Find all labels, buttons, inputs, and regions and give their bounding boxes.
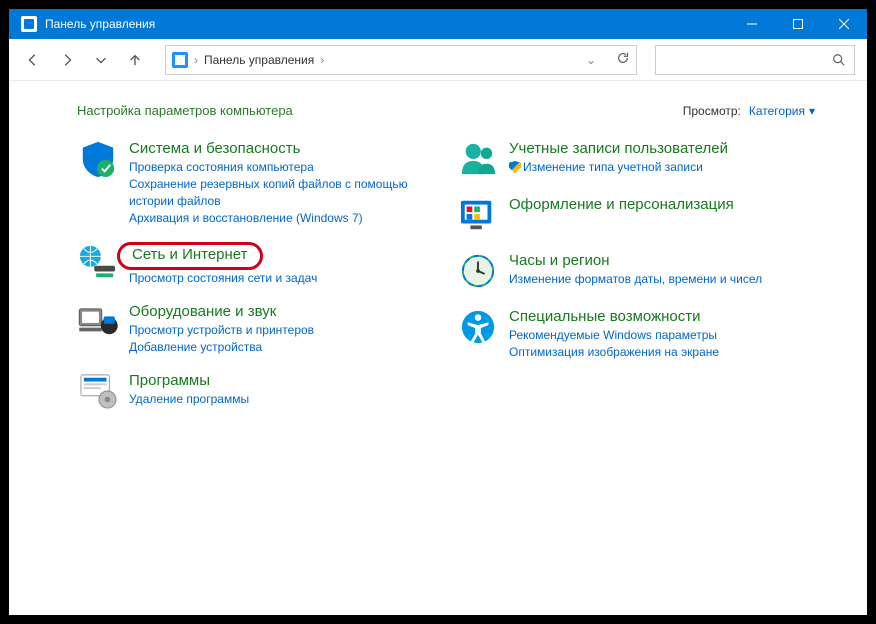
category-access: Специальные возможности Рекомендуемые Wi… [457, 306, 837, 361]
sub-change-account-type[interactable]: Изменение типа учетной записи [509, 159, 728, 176]
page-heading: Настройка параметров компьютера [77, 103, 293, 118]
category-programs-title[interactable]: Программы [129, 371, 210, 391]
category-network-title[interactable]: Сеть и Интернет [132, 245, 248, 265]
accessibility-icon [457, 306, 499, 348]
category-access-title[interactable]: Специальные возможности [509, 307, 701, 327]
category-network: Сеть и Интернет Просмотр состояния сети … [77, 241, 457, 287]
category-accounts: Учетные записи пользователей Изменение т… [457, 138, 837, 180]
uac-shield-icon [509, 161, 521, 173]
sub-recommended-settings[interactable]: Рекомендуемые Windows параметры [509, 327, 719, 344]
category-appearance: Оформление и персонализация [457, 194, 837, 236]
window-frame: Панель управления › Панель управления › … [6, 6, 870, 618]
sub-backup-restore[interactable]: Архивация и восстановление (Windows 7) [129, 210, 429, 227]
sub-uninstall[interactable]: Удаление программы [129, 391, 249, 408]
left-column: Система и безопасность Проверка состояни… [77, 138, 457, 426]
navbar: › Панель управления › ⌄ [9, 39, 867, 81]
window-title: Панель управления [45, 17, 729, 31]
category-accounts-title[interactable]: Учетные записи пользователей [509, 139, 728, 159]
sub-add-device[interactable]: Добавление устройства [129, 339, 314, 356]
up-button[interactable] [123, 48, 147, 72]
content-area: Настройка параметров компьютера Просмотр… [9, 81, 867, 448]
programs-icon [77, 370, 119, 412]
sub-network-status[interactable]: Просмотр состояния сети и задач [129, 270, 317, 287]
sub-devices-printers[interactable]: Просмотр устройств и принтеров [129, 322, 314, 339]
category-appearance-title[interactable]: Оформление и персонализация [509, 195, 734, 215]
titlebar: Панель управления [9, 9, 867, 39]
category-security-title[interactable]: Система и безопасность [129, 139, 300, 159]
chevron-right-icon: › [194, 53, 198, 67]
breadcrumb-root[interactable]: Панель управления [204, 53, 314, 67]
category-security: Система и безопасность Проверка состояни… [77, 138, 457, 227]
forward-button[interactable] [55, 48, 79, 72]
hardware-icon [77, 301, 119, 343]
close-button[interactable] [821, 9, 867, 39]
user-icon [457, 138, 499, 180]
search-icon [832, 53, 846, 67]
category-hardware-title[interactable]: Оборудование и звук [129, 302, 276, 322]
sub-optimize-display[interactable]: Оптимизация изображения на экране [509, 344, 719, 361]
maximize-button[interactable] [775, 9, 821, 39]
chevron-right-icon: › [320, 53, 324, 67]
search-box[interactable] [655, 45, 855, 75]
category-clock: Часы и регион Изменение форматов даты, в… [457, 250, 837, 292]
category-programs: Программы Удаление программы [77, 370, 457, 412]
refresh-button[interactable] [616, 51, 630, 68]
sub-date-formats[interactable]: Изменение форматов даты, времени и чисел [509, 271, 762, 288]
category-clock-title[interactable]: Часы и регион [509, 251, 610, 271]
back-button[interactable] [21, 48, 45, 72]
network-icon [77, 241, 119, 283]
view-value: Категория [749, 104, 805, 118]
address-bar[interactable]: › Панель управления › ⌄ [165, 45, 637, 75]
sub-check-status[interactable]: Проверка состояния компьютера [129, 159, 429, 176]
chevron-down-icon: ▾ [809, 104, 815, 118]
clock-icon [457, 250, 499, 292]
category-hardware: Оборудование и звук Просмотр устройств и… [77, 301, 457, 356]
shield-icon [77, 138, 119, 180]
highlight-marker: Сеть и Интернет [117, 242, 263, 270]
view-label: Просмотр: [683, 104, 741, 118]
right-column: Учетные записи пользователей Изменение т… [457, 138, 837, 426]
minimize-button[interactable] [729, 9, 775, 39]
dropdown-icon[interactable]: ⌄ [586, 53, 596, 67]
sub-file-history[interactable]: Сохранение резервных копий файлов с помо… [129, 176, 429, 210]
recent-button[interactable] [89, 48, 113, 72]
control-panel-small-icon [172, 52, 188, 68]
view-selector[interactable]: Категория ▾ [749, 104, 815, 118]
control-panel-icon [21, 16, 37, 32]
appearance-icon [457, 194, 499, 236]
